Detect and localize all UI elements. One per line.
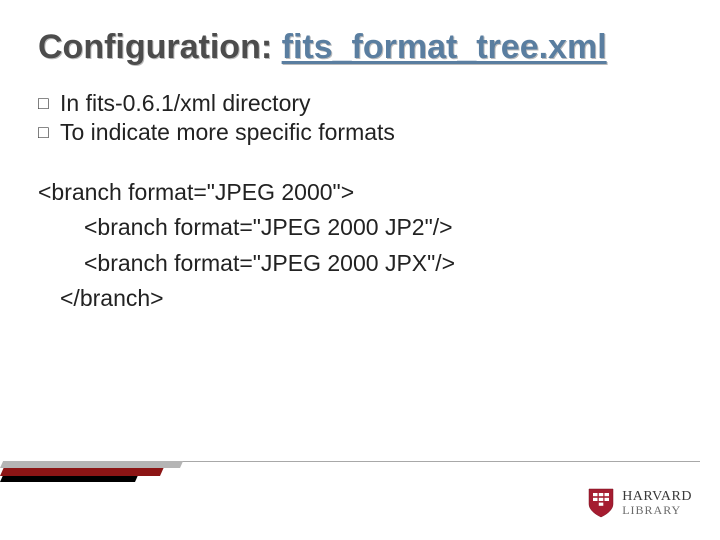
bullet-text: To indicate more specific formats xyxy=(60,118,395,147)
bullet-list: □ In fits-0.6.1/xml directory □ To indic… xyxy=(38,89,682,147)
code-line: <branch format="JPEG 2000 JPX"/> xyxy=(38,246,682,282)
title-link[interactable]: fits_format_tree.xml xyxy=(282,28,607,66)
bullet-rest: fits-0.6.1/xml directory xyxy=(79,90,310,116)
title-prefix: Configuration: xyxy=(38,28,282,66)
logo-line1: HARVARD xyxy=(622,490,692,504)
harvard-library-logo: HARVARD LIBRARY xyxy=(588,488,692,518)
code-line: <branch format="JPEG 2000"> xyxy=(38,179,354,205)
bullet-rest: indicate more specific formats xyxy=(84,119,395,145)
bullet-text: In fits-0.6.1/xml directory xyxy=(60,89,311,118)
bullet-lead: To xyxy=(60,119,84,145)
bullet-marker-icon: □ xyxy=(38,89,56,117)
bullet-lead: In xyxy=(60,90,79,116)
bullet-item: □ In fits-0.6.1/xml directory xyxy=(38,89,682,118)
logo-line2: LIBRARY xyxy=(622,504,692,516)
bullet-marker-icon: □ xyxy=(38,118,56,146)
code-line: <branch format="JPEG 2000 JP2"/> xyxy=(38,210,682,246)
code-line: </branch> xyxy=(38,281,682,317)
bullet-item: □ To indicate more specific formats xyxy=(38,118,682,147)
slide: Configuration: fits_format_tree.xml □ In… xyxy=(0,0,720,540)
slide-title: Configuration: fits_format_tree.xml xyxy=(38,28,682,67)
shield-icon xyxy=(588,488,614,518)
code-block: <branch format="JPEG 2000"> <branch form… xyxy=(38,175,682,318)
corner-stripes-icon xyxy=(0,458,200,482)
logo-text: HARVARD LIBRARY xyxy=(622,490,692,516)
